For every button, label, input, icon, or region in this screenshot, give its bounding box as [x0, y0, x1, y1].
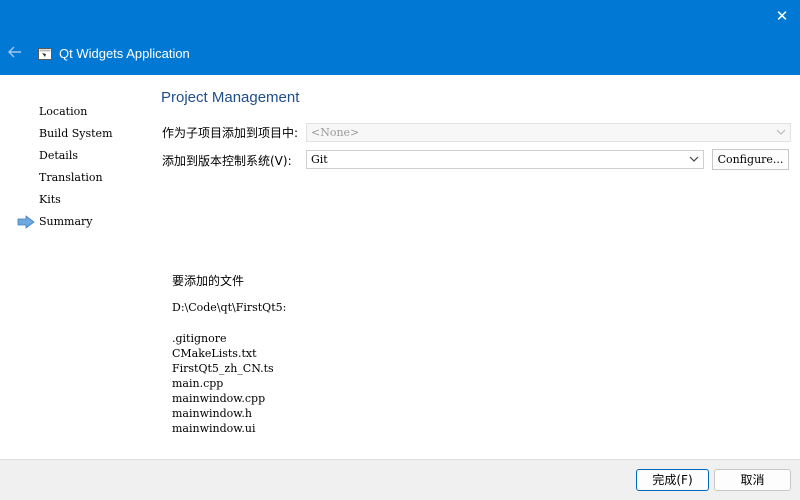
title-bar: ✕ Qt Widgets Application: [0, 0, 800, 75]
project-path: D:\Code\qt\FirstQt5:: [172, 301, 287, 314]
vcs-value: Git: [311, 153, 328, 166]
qt-app-icon: [38, 48, 52, 60]
close-button[interactable]: ✕: [770, 4, 794, 28]
finish-button[interactable]: 完成(F): [636, 469, 709, 491]
current-step-arrow-icon: [17, 215, 35, 229]
list-item: mainwindow.ui: [172, 422, 256, 435]
step-kits: Kits: [39, 193, 61, 206]
chevron-down-icon: [776, 129, 786, 135]
chevron-down-icon: [689, 156, 699, 162]
step-build-system: Build System: [39, 127, 113, 140]
list-item: mainwindow.h: [172, 407, 252, 420]
list-item: FirstQt5_zh_CN.ts: [172, 362, 274, 375]
step-translation: Translation: [39, 171, 103, 184]
wizard-steps-sidebar: Location Build System Details Translatio…: [0, 75, 150, 460]
window-title: Qt Widgets Application: [59, 46, 190, 61]
add-as-subproject-label: 作为子项目添加到项目中:: [162, 126, 299, 140]
back-arrow-icon[interactable]: [6, 43, 24, 61]
files-to-add-heading: 要添加的文件: [172, 274, 245, 288]
configure-button[interactable]: Configure...: [712, 149, 789, 170]
vcs-label: 添加到版本控制系统(V):: [162, 154, 292, 168]
step-location: Location: [39, 105, 88, 118]
add-as-subproject-combo: <None>: [306, 123, 791, 142]
list-item: mainwindow.cpp: [172, 392, 266, 405]
page-title: Project Management: [161, 89, 300, 106]
file-list: .gitignore CMakeLists.txt FirstQt5_zh_CN…: [172, 331, 274, 436]
list-item: .gitignore: [172, 332, 227, 345]
step-summary: Summary: [39, 215, 93, 228]
list-item: CMakeLists.txt: [172, 347, 257, 360]
close-icon: ✕: [775, 7, 789, 25]
list-item: main.cpp: [172, 377, 224, 390]
step-details: Details: [39, 149, 78, 162]
vcs-combo[interactable]: Git: [306, 150, 704, 169]
cancel-button[interactable]: 取消: [714, 469, 791, 491]
add-as-subproject-value: <None>: [311, 126, 360, 139]
